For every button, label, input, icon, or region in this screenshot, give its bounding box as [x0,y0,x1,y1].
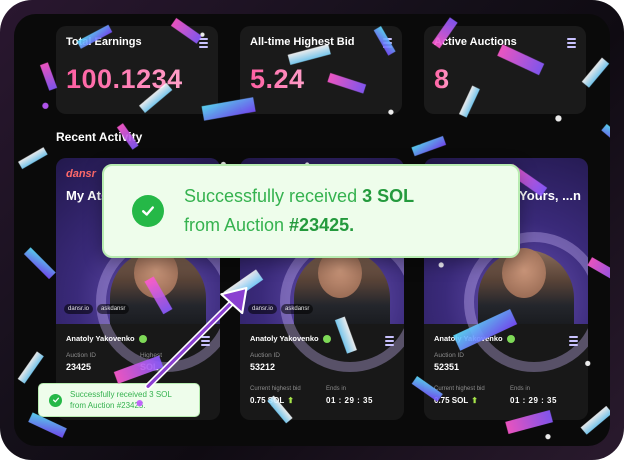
highest-bid-label: Highest [140,352,163,359]
toast-message: Successfully received 3 SOL from Auction… [70,390,172,410]
stat-card-highest-bid: All-time Highest Bid 5.24 [240,26,402,114]
current-bid-value: 0.75 SOL ⬆ [250,396,294,405]
menu-icon[interactable] [569,336,578,348]
arrow-up-icon: ⬆ [471,396,478,405]
menu-icon[interactable] [383,38,392,50]
auction-id-label: Auction ID [66,352,96,359]
current-bid-value: 0.75 SOL ⬆ [434,396,478,405]
chip-x-handle: askdansr [281,304,314,314]
auction-id-label: Auction ID [250,352,280,359]
auction-id-label: Auction ID [434,352,464,359]
check-icon [132,195,164,227]
stat-label: Total Earnings [66,36,142,48]
toast-message: Successfully received 3 SOL from Auction… [184,186,415,235]
current-bid-label: Current highest bid [434,386,485,392]
menu-icon[interactable] [201,336,210,348]
toast-notification-small[interactable]: Successfully received 3 SOL from Auction… [38,383,200,417]
stat-value: 100.1234 [66,64,183,94]
menu-icon[interactable] [385,336,394,348]
ends-in-label: Ends in [510,386,531,392]
toast-notification-large[interactable]: Successfully received 3 SOL from Auction… [102,164,520,258]
stat-card-total-earnings: Total Earnings 100.1234 [56,26,218,114]
section-title-recent-activity: Recent Activity [56,130,143,144]
owner-name: Anatoly Yakovenko [66,334,147,343]
ends-in-value: 01 : 29 : 35 [510,396,557,405]
chip-website: dansr.io [64,304,94,314]
device-frame: Total Earnings 100.1234 All-time Highest… [0,0,624,460]
menu-icon[interactable] [567,38,576,50]
auction-id-value: 52351 [434,362,460,372]
menu-icon[interactable] [199,38,208,50]
auction-id-value: 53212 [250,362,276,372]
ends-in-label: Ends in [326,386,347,392]
chip-x-handle: askdansr [97,304,130,314]
brand-logo: dansr [66,168,96,180]
stat-label: All-time Highest Bid [250,36,355,48]
stat-value: 5.24 [250,64,305,94]
owner-name: Anatoly Yakovenko [434,334,515,343]
verified-icon [138,334,147,343]
ends-in-value: 01 : 29 : 35 [326,396,373,405]
chip-website: dansr.io [248,304,278,314]
stat-card-active-auctions: Active Auctions 8 [424,26,586,114]
highest-bid-value: SOL [140,362,159,372]
stat-label: Active Auctions [434,36,517,48]
current-bid-label: Current highest bid [250,386,301,392]
verified-icon [322,334,331,343]
auction-id-value: 23425 [66,362,92,372]
arrow-up-icon: ⬆ [287,396,294,405]
owner-name: Anatoly Yakovenko [250,334,331,343]
check-icon [49,393,62,407]
stat-value: 8 [434,64,450,94]
dashboard-screen: Total Earnings 100.1234 All-time Highest… [14,14,610,446]
verified-icon [506,334,515,343]
